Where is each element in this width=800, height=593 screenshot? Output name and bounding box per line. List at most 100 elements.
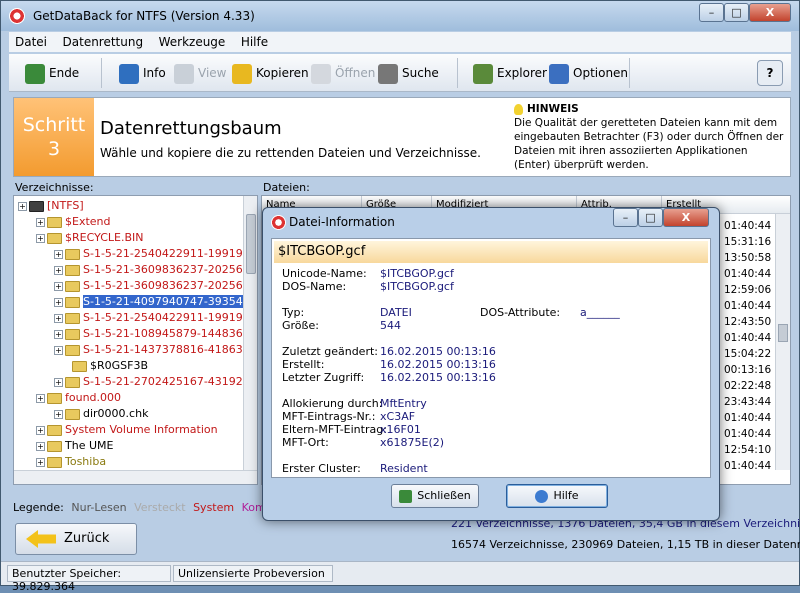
expand-toggle[interactable]: + <box>54 265 63 275</box>
folder-icon <box>29 200 44 212</box>
tree-item[interactable]: + $Extend <box>36 214 111 230</box>
help-question-icon[interactable]: ? <box>757 60 783 86</box>
tree-item[interactable]: + S-1-5-21-2702425167-431924695- <box>54 374 258 390</box>
expand-toggle[interactable]: + <box>54 377 63 387</box>
hint-title: HINWEIS <box>527 103 579 115</box>
maximize-button[interactable]: □ <box>724 3 749 22</box>
file-created-time: 01:40:44 <box>724 428 772 440</box>
tree-item[interactable]: + $RECYCLE.BIN <box>36 230 143 246</box>
file-created-time: 12:59:06 <box>724 284 772 296</box>
expand-toggle[interactable]: + <box>54 329 63 339</box>
tree-item[interactable]: + S-1-5-21-1437378816-4186315831 <box>54 342 257 358</box>
modified-value: 16.02.2015 00:13:16 <box>380 345 496 358</box>
expand-toggle[interactable]: + <box>54 249 63 259</box>
menu-bar: Datei Datenrettung Werkzeuge Hilfe <box>9 32 791 52</box>
view-button[interactable]: View <box>174 62 226 84</box>
directory-tree[interactable]: + [NTFS] + $Extend + $RECYCLE.BIN + S-1-5-21-25… <box>13 195 258 485</box>
tree-item[interactable]: + S-1-5-21-2540422911-1991990654 <box>54 246 257 262</box>
folder-icon <box>72 360 87 372</box>
file-created-time: 01:40:44 <box>724 460 772 472</box>
oeffnen-button[interactable]: Öffnen <box>311 62 375 84</box>
expand-toggle[interactable]: + <box>54 313 63 323</box>
expand-toggle[interactable]: + <box>18 201 27 211</box>
dos-name-key: DOS-Name: <box>282 280 347 293</box>
license-status: Unlizensierte Probeversion <box>173 565 333 582</box>
hilfe-button[interactable]: Hilfe <box>506 484 608 508</box>
menu-werkzeuge[interactable]: Werkzeuge <box>153 32 232 49</box>
modified-key: Zuletzt geändert: <box>282 345 378 358</box>
lightbulb-icon <box>514 103 523 115</box>
file-created-time: 01:40:44 <box>724 412 772 424</box>
mft-entry-value: xC3AF <box>380 410 416 423</box>
expand-toggle[interactable]: + <box>54 297 63 307</box>
created-value: 16.02.2015 00:13:16 <box>380 358 496 371</box>
info-button[interactable]: Info <box>119 62 166 84</box>
tree-item[interactable]: + S-1-5-21-108945879-144836970-3 <box>54 326 257 342</box>
expand-toggle[interactable]: + <box>36 393 45 403</box>
menu-datenrettung[interactable]: Datenrettung <box>57 32 150 49</box>
tree-item[interactable]: + S-1-5-21-3609836237-2025683703 <box>54 262 257 278</box>
unicode-name-key: Unicode-Name: <box>282 267 367 280</box>
folder-icon <box>47 216 62 228</box>
tree-item[interactable]: + S-1-5-21-4097940747-3935450045 <box>54 294 257 310</box>
tree-item-label: S-1-5-21-1437378816-4186315831 <box>83 343 257 356</box>
tree-item[interactable]: + Toshiba <box>36 454 106 470</box>
expand-toggle[interactable]: + <box>54 345 63 355</box>
dialog-close-button[interactable]: X <box>663 208 709 227</box>
tree-item[interactable]: + System Volume Information <box>36 422 218 438</box>
expand-toggle[interactable]: + <box>36 233 45 243</box>
scroll-thumb[interactable] <box>778 324 788 342</box>
schliessen-label: Schließen <box>417 489 471 502</box>
tree-item[interactable]: $R0GSF3B <box>72 358 148 374</box>
back-label: Zurück <box>64 531 110 546</box>
kopieren-label: Kopieren <box>256 66 309 80</box>
tree-item[interactable]: + S-1-5-21-2540422911-1991990654 <box>54 310 257 326</box>
app-lifebuoy-icon <box>271 215 286 230</box>
tree-item[interactable]: + [NTFS] <box>18 198 84 214</box>
files-vertical-scrollbar[interactable] <box>775 214 790 470</box>
expand-toggle[interactable]: + <box>36 425 45 435</box>
tree-item[interactable]: + dir0000.chk <box>54 406 148 422</box>
folder-icon <box>65 280 80 292</box>
folder-icon <box>47 424 62 436</box>
toolbar: Ende Info View Kopieren Öffnen Suche Exp… <box>9 54 791 92</box>
tree-item[interactable]: + The UME <box>36 438 113 454</box>
scroll-thumb[interactable] <box>246 214 256 274</box>
step-label: Schritt <box>22 114 86 136</box>
tree-item[interactable]: + S-1-5-21-3609836237-2025683703 <box>54 278 257 294</box>
expand-toggle[interactable]: + <box>54 409 63 419</box>
dialog-title: Datei-Information <box>289 215 395 229</box>
view-label: View <box>198 66 227 80</box>
oeffnen-label: Öffnen <box>335 66 376 80</box>
dialog-maximize-button[interactable]: □ <box>638 208 663 227</box>
minimize-button[interactable]: – <box>699 3 724 22</box>
menu-hilfe[interactable]: Hilfe <box>235 32 274 49</box>
tree-horizontal-scrollbar[interactable] <box>14 470 257 484</box>
dialog-minimize-button[interactable]: – <box>613 208 638 227</box>
tree-item-label: S-1-5-21-2702425167-431924695- <box>83 375 258 388</box>
expand-toggle[interactable]: + <box>36 217 45 227</box>
legend-label: Legende: <box>13 501 64 514</box>
help-icon <box>535 489 549 503</box>
tree-vertical-scrollbar[interactable] <box>243 196 257 470</box>
expand-toggle[interactable]: + <box>54 281 63 291</box>
schliessen-button[interactable]: Schließen <box>391 484 479 508</box>
expand-toggle[interactable]: + <box>36 441 45 451</box>
menu-datei[interactable]: Datei <box>9 32 53 49</box>
explorer-button[interactable]: Explorer <box>473 62 547 84</box>
ende-button[interactable]: Ende <box>25 62 79 84</box>
suche-button[interactable]: Suche <box>378 62 439 84</box>
tree-item-label: The UME <box>65 439 114 452</box>
parent-mft-value: x16F01 <box>380 423 421 436</box>
close-button[interactable]: X <box>749 3 791 22</box>
arrow-left-icon <box>26 530 56 548</box>
folder-icon <box>65 408 80 420</box>
kopieren-button[interactable]: Kopieren <box>232 62 309 84</box>
accessed-key: Letzter Zugriff: <box>282 371 365 384</box>
tree-item-label: $R0GSF3B <box>90 359 149 372</box>
optionen-button[interactable]: Optionen <box>549 62 628 84</box>
back-button[interactable]: Zurück <box>15 523 137 555</box>
allocation-value: MftEntry <box>380 397 427 410</box>
tree-item[interactable]: + found.000 <box>36 390 121 406</box>
expand-toggle[interactable]: + <box>36 457 45 467</box>
